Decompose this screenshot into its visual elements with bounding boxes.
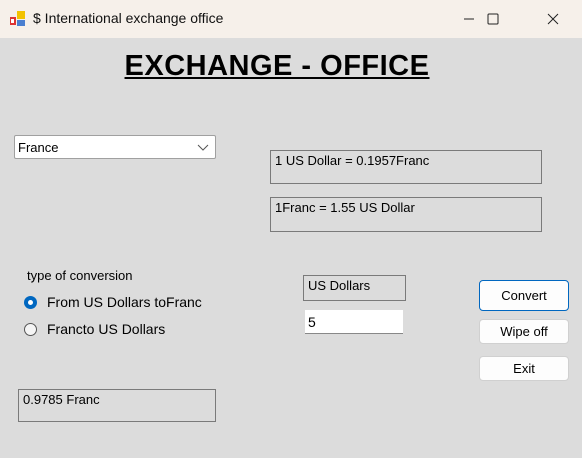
app-icon (10, 11, 25, 26)
close-button[interactable] (530, 0, 576, 38)
radio-label: From US Dollars toFranc (47, 294, 202, 310)
radio-checked-icon (24, 295, 37, 309)
wipe-off-button[interactable]: Wipe off (479, 319, 569, 344)
rate-local-to-usd: 1Franc = 1.55 US Dollar (270, 197, 542, 232)
exit-button[interactable]: Exit (479, 356, 569, 381)
maximize-button[interactable] (470, 0, 516, 38)
amount-unit-label: US Dollars (303, 275, 406, 301)
amount-input[interactable]: 5 (305, 310, 403, 334)
convert-button[interactable]: Convert (479, 280, 569, 311)
country-select[interactable]: France (14, 135, 216, 159)
radio-local-to-usd[interactable]: Francto US Dollars (24, 321, 165, 337)
country-select-value: France (18, 140, 59, 155)
page-title: EXCHANGE - OFFICE (124, 50, 430, 82)
chevron-down-icon (197, 144, 209, 151)
window-title: $ International exchange office (33, 10, 224, 26)
conversion-type-label: type of conversion (27, 268, 133, 283)
radio-usd-to-local[interactable]: From US Dollars toFranc (24, 294, 202, 310)
maximize-icon (487, 13, 499, 25)
rate-usd-to-local: 1 US Dollar = 0.1957Franc (270, 150, 542, 184)
exchange-window: $ International exchange office EXCHANGE… (0, 0, 582, 458)
radio-label: Francto US Dollars (47, 321, 166, 337)
result-display: 0.9785 Franc (18, 389, 216, 422)
close-icon (547, 13, 559, 25)
title-bar: $ International exchange office (0, 0, 582, 38)
radio-unchecked-icon (24, 322, 37, 336)
